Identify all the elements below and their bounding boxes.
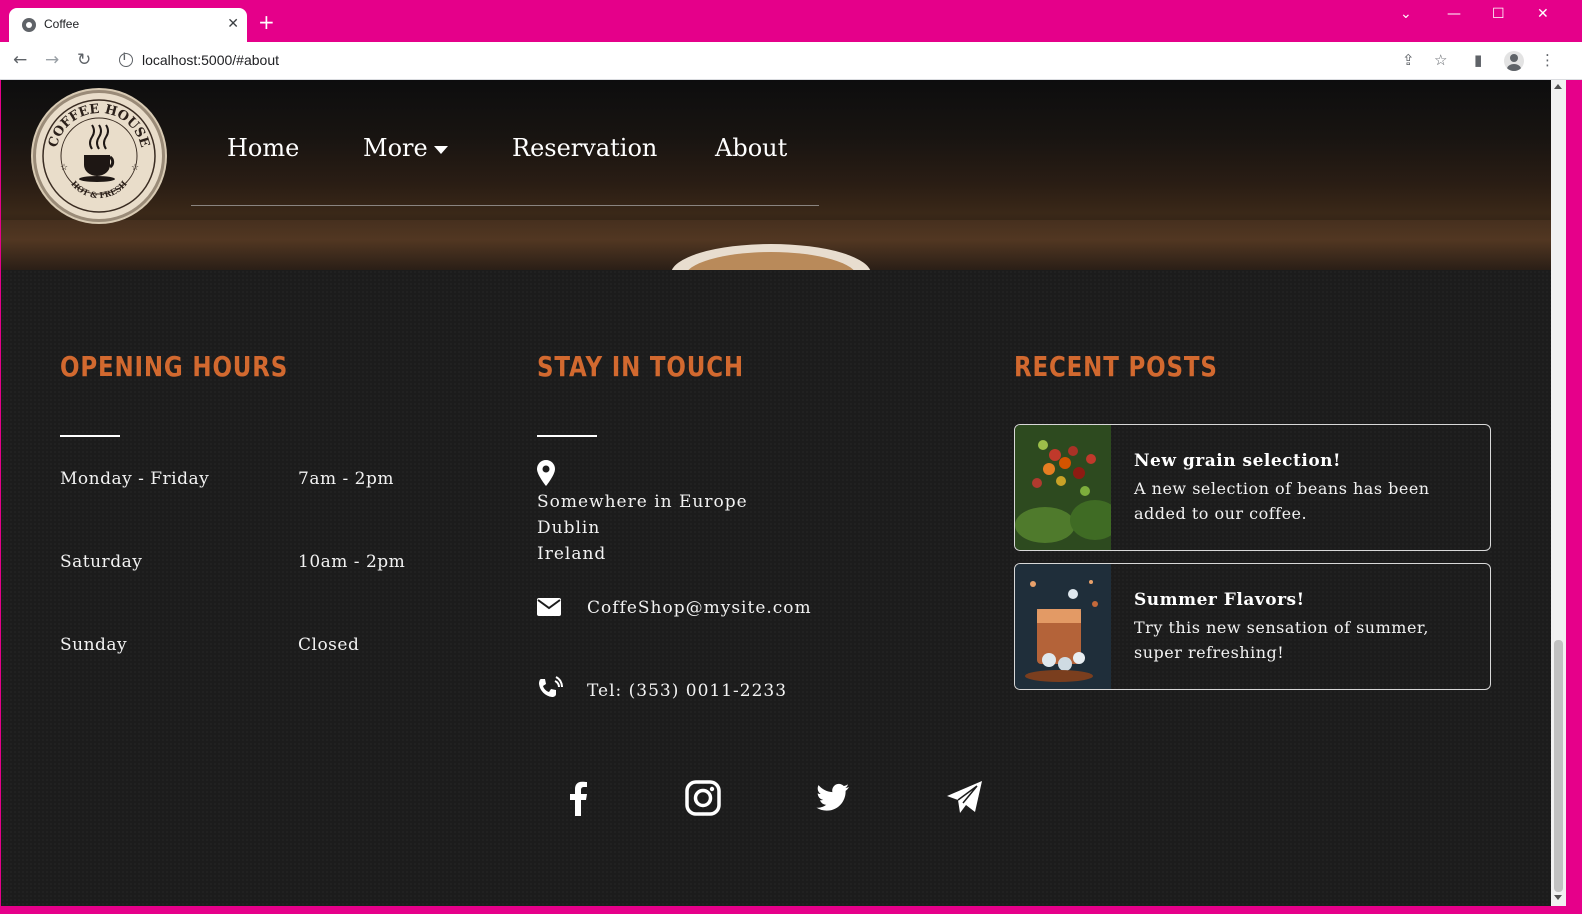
globe-icon [22,18,36,32]
address-bar[interactable]: localhost:5000/#about [142,52,279,68]
site-info-icon[interactable] [119,52,133,67]
instagram-icon[interactable] [683,778,723,818]
hours-day: Saturday [60,552,143,572]
address-line: Ireland [537,544,607,564]
hero-banner: COFFEE HOUSE HOT & FRESH ☆ ☆ Home More R… [1,80,1551,304]
caret-down-icon [433,145,448,154]
post-card[interactable]: Summer Flavors! Try this new sensation o… [1014,563,1491,690]
post-card[interactable]: New grain selection! A new selection of … [1014,424,1491,551]
share-icon[interactable]: ⇪ [1402,51,1415,69]
hours-time: Closed [298,635,360,655]
scroll-up-icon[interactable] [1554,84,1562,89]
post-title[interactable]: Summer Flavors! [1134,590,1305,610]
opening-hours-heading: OPENING HOURS [60,350,289,383]
page-scrollbar[interactable] [1551,80,1566,906]
opening-hours-divider [60,435,120,437]
post-image-iced-drink [1015,564,1111,689]
back-icon[interactable]: ← [13,50,27,70]
hours-time: 7am - 2pm [298,469,394,489]
maximize-icon[interactable]: ☐ [1492,6,1505,22]
logo-emblem-icon: COFFEE HOUSE HOT & FRESH ☆ ☆ [42,99,156,213]
recent-posts-heading: RECENT POSTS [1014,350,1218,383]
reload-icon[interactable]: ↻ [77,50,91,70]
browser-tab[interactable]: Coffee ✕ [9,8,247,42]
post-excerpt: Try this new sensation of summer, super … [1134,618,1429,662]
nav-more[interactable]: More [363,134,448,162]
hours-day: Sunday [60,635,128,655]
minimize-icon[interactable]: — [1447,6,1461,22]
tab-search-icon[interactable]: ⌄ [1400,6,1412,22]
email-link[interactable]: CoffeShop@mysite.com [587,598,812,618]
nav-home[interactable]: Home [227,134,299,162]
tab-title: Coffee [44,17,80,31]
post-excerpt: A new selection of beans has been added … [1134,479,1430,523]
hours-day: Monday - Friday [60,469,210,489]
telegram-icon[interactable] [945,778,985,818]
stay-in-touch-heading: STAY IN TOUCH [537,350,744,383]
browser-toolbar: ← → ↻ localhost:5000/#about ⇪ ☆ ▮ ⋮ [0,42,1582,80]
side-panel-icon[interactable]: ▮ [1474,51,1482,69]
address-line: Somewhere in Europe [537,492,748,512]
bookmark-star-icon[interactable]: ☆ [1434,51,1447,69]
close-window-icon[interactable]: ✕ [1537,6,1549,22]
twitter-icon[interactable] [812,778,852,818]
coffee-house-logo[interactable]: COFFEE HOUSE HOT & FRESH ☆ ☆ [33,90,165,222]
nav-reservation[interactable]: Reservation [512,134,657,162]
stay-in-touch-divider [537,435,597,437]
svg-text:☆: ☆ [60,163,68,173]
nav-more-label: More [363,134,428,162]
facebook-icon[interactable] [559,778,599,818]
scroll-down-icon[interactable] [1554,895,1562,900]
browser-titlebar: Coffee ✕ + ⌄ — ☐ ✕ [0,0,1582,42]
post-image-coffee-beans [1015,425,1111,550]
address-line: Dublin [537,518,601,538]
svg-text:☆: ☆ [131,163,139,173]
forward-icon[interactable]: → [45,50,59,70]
scrollbar-thumb[interactable] [1554,640,1563,892]
map-pin-icon [537,460,555,486]
footer: OPENING HOURS Monday - Friday 7am - 2pm … [1,270,1551,906]
close-tab-icon[interactable]: ✕ [227,15,239,33]
new-tab-button[interactable]: + [258,12,275,32]
menu-kebab-icon[interactable]: ⋮ [1540,51,1555,69]
phone-icon [539,676,563,697]
profile-avatar-icon[interactable] [1504,51,1524,71]
main-navigation: Home More Reservation About [191,80,819,206]
nav-about[interactable]: About [715,134,787,162]
envelope-icon [537,598,561,616]
post-title[interactable]: New grain selection! [1134,451,1341,471]
hours-time: 10am - 2pm [298,552,406,572]
page-viewport: COFFEE HOUSE HOT & FRESH ☆ ☆ Home More R… [1,80,1566,906]
phone-number[interactable]: Tel: (353) 0011-2233 [587,681,787,701]
